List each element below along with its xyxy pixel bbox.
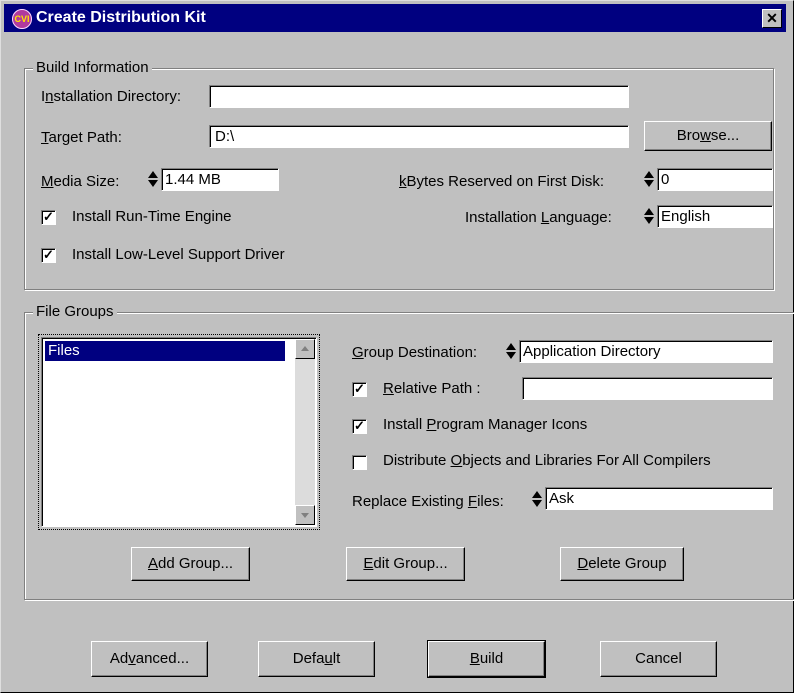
group-destination-spinner-icon[interactable] [506,341,516,361]
kbytes-reserved-field[interactable]: 0 [657,168,773,191]
target-path-input[interactable]: D:\ [209,125,629,148]
distribute-objects-checkbox[interactable] [352,455,367,470]
install-lowlevel-checkbox[interactable]: ✓ [41,248,56,263]
install-lowlevel-label[interactable]: Install Low-Level Support Driver [72,246,285,263]
group-destination-label: Group Destination: [352,344,478,361]
relative-path-checkbox[interactable]: ✓ [352,382,367,397]
build-button[interactable]: Build [427,640,546,678]
replace-files-spinner-icon[interactable] [532,489,542,509]
title-bar[interactable]: CVI Create Distribution Kit ✕ [4,4,786,32]
cvi-app-icon: CVI [12,9,32,29]
media-size-spinner-icon[interactable] [148,169,158,189]
file-groups-title: File Groups [33,303,117,320]
install-pm-icons-label[interactable]: Install Program Manager Icons [383,416,587,433]
close-button[interactable]: ✕ [762,9,782,28]
scroll-down-button[interactable] [295,505,315,525]
installation-directory-label: Installation Directory: [41,88,182,105]
install-runtime-label[interactable]: Install Run-Time Engine [72,208,232,225]
advanced-button[interactable]: Advanced... [91,641,208,677]
window-title: Create Distribution Kit [36,9,206,26]
media-size-field[interactable]: 1.44 MB [161,168,279,191]
media-size-label: Media Size: [41,173,120,190]
replace-files-label: Replace Existing Files: [352,493,504,510]
install-pm-icons-checkbox[interactable]: ✓ [352,419,367,434]
kbytes-spinner-icon[interactable] [644,169,654,189]
add-group-button[interactable]: Add Group... [131,547,250,581]
distribute-objects-label[interactable]: Distribute Objects and Libraries For All… [383,452,711,469]
edit-group-button[interactable]: Edit Group... [346,547,465,581]
list-item-files[interactable]: Files [45,341,285,361]
kbytes-reserved-label: kBytes Reserved on First Disk: [399,173,605,190]
delete-group-button[interactable]: Delete Group [560,547,684,581]
group-destination-field[interactable]: Application Directory [519,340,773,363]
cancel-button[interactable]: Cancel [600,641,717,677]
install-runtime-checkbox[interactable]: ✓ [41,210,56,225]
target-path-label: Target Path: [41,129,122,146]
scroll-up-button[interactable] [295,339,315,359]
browse-button[interactable]: Browse... [644,121,772,151]
language-spinner-icon[interactable] [644,206,654,226]
installation-language-field[interactable]: English [657,205,773,228]
installation-directory-input[interactable] [209,85,629,108]
create-distribution-kit-dialog: CVI Create Distribution Kit ✕ Build Info… [0,0,794,693]
default-button[interactable]: Default [258,641,375,677]
file-groups-listbox[interactable]: Files [41,337,317,527]
build-information-title: Build Information [33,59,152,76]
relative-path-label[interactable]: Relative Path : [383,380,481,397]
replace-files-field[interactable]: Ask [545,487,773,510]
relative-path-input[interactable] [522,377,773,400]
installation-language-label: Installation Language: [465,209,612,226]
list-scrollbar[interactable] [295,339,315,525]
